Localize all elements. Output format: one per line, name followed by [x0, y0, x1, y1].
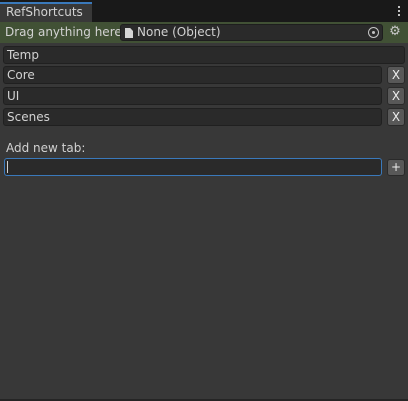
- add-new-tab-label: Add new tab:: [6, 141, 86, 155]
- tab-row-temp[interactable]: Temp: [3, 46, 405, 64]
- tab-label: UI: [7, 89, 20, 103]
- text-caret: [7, 161, 8, 173]
- kebab-menu-icon[interactable]: [394, 3, 404, 19]
- remove-tab-label: X: [391, 89, 401, 103]
- remove-tab-label: X: [391, 110, 401, 124]
- tab-row-scenes[interactable]: Scenes: [3, 108, 382, 126]
- object-field-value: None (Object): [137, 25, 221, 39]
- remove-tab-button[interactable]: X: [387, 108, 405, 126]
- add-tab-button-label: +: [390, 160, 402, 174]
- window-tab-title: RefShortcuts: [6, 5, 83, 19]
- tab-label: Scenes: [7, 110, 50, 124]
- tab-label: Temp: [7, 48, 39, 62]
- tab-label: Core: [7, 68, 35, 82]
- object-picker-icon[interactable]: [368, 27, 379, 38]
- object-field[interactable]: None (Object): [120, 24, 383, 41]
- window-tab-bar: RefShortcuts: [0, 0, 408, 22]
- remove-tab-button[interactable]: X: [387, 87, 405, 105]
- new-tab-name-input[interactable]: [4, 158, 382, 176]
- document-icon: [125, 28, 133, 38]
- drag-drop-area[interactable]: Drag anything here: None (Object) ⚙: [0, 22, 408, 43]
- tab-row-core[interactable]: Core: [3, 66, 382, 84]
- gear-icon[interactable]: ⚙: [388, 25, 402, 39]
- add-tab-button[interactable]: +: [387, 159, 405, 176]
- window-tab[interactable]: RefShortcuts: [0, 2, 92, 22]
- drag-label: Drag anything here:: [5, 25, 126, 39]
- tab-row-ui[interactable]: UI: [3, 87, 382, 105]
- remove-tab-button[interactable]: X: [387, 66, 405, 84]
- remove-tab-label: X: [391, 68, 401, 82]
